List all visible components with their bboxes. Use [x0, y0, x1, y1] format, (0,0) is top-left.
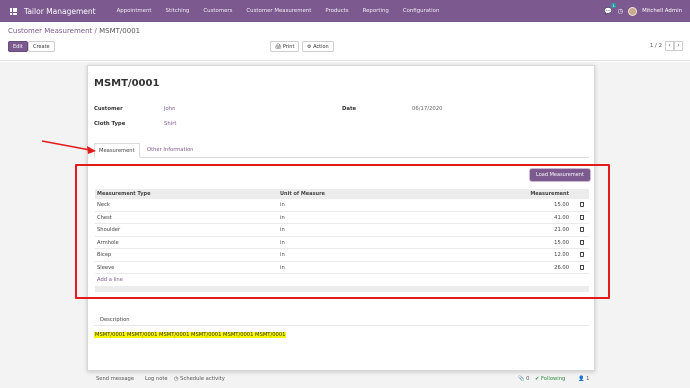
- schedule-activity-button[interactable]: ◷ Schedule activity: [174, 376, 225, 382]
- send-message-button[interactable]: Send message: [96, 376, 134, 382]
- annotation-arrow-icon: [41, 140, 96, 154]
- following-button[interactable]: ✔ Following: [535, 376, 565, 382]
- log-note-button[interactable]: Log note: [145, 376, 168, 382]
- attachments-button[interactable]: 📎 0: [518, 376, 529, 382]
- followers-button[interactable]: 👤 1: [578, 376, 589, 382]
- chatter-bar: Send message Log note ◷ Schedule activit…: [0, 374, 690, 388]
